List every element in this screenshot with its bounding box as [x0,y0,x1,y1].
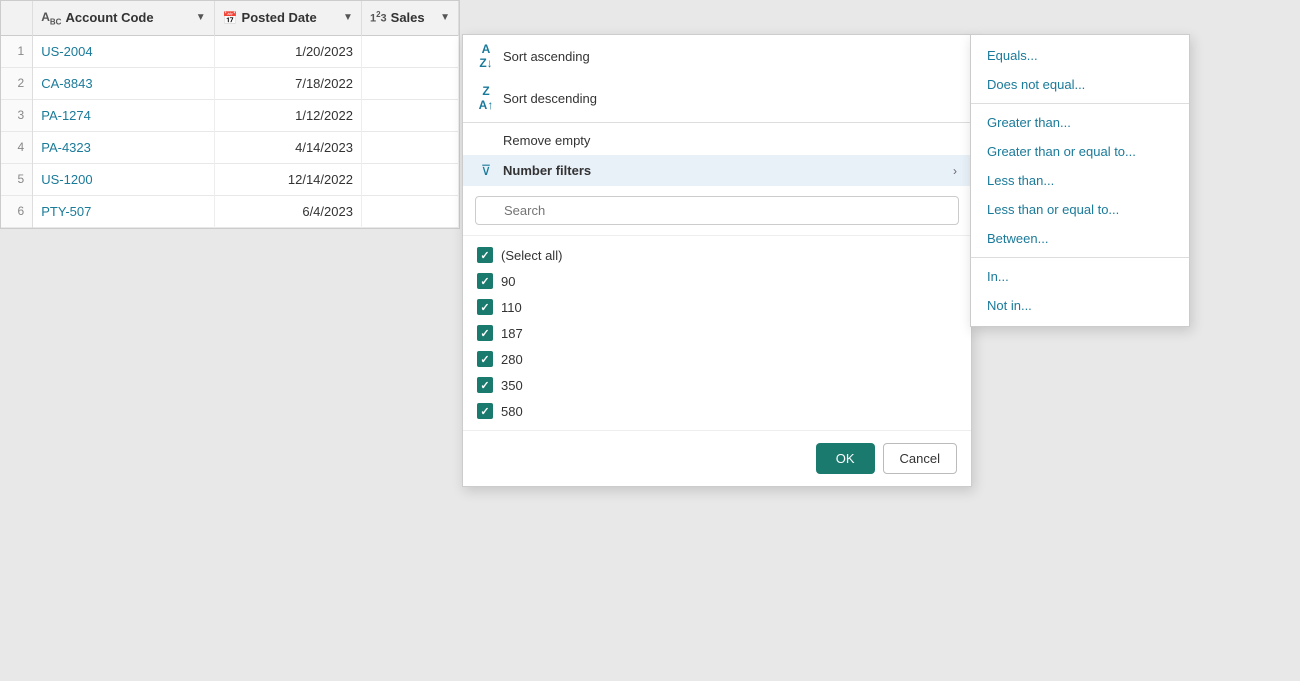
posted-date-dropdown[interactable]: ▼ [343,12,353,23]
checkbox-label: 110 [501,300,522,315]
filter-icon: ⊽ [477,162,495,179]
table-row: 2 CA-8843 7/18/2022 [1,67,459,99]
ok-button[interactable]: OK [816,443,875,474]
account-code-label: Account Code [65,10,153,25]
submenu-separator [971,257,1189,258]
checkbox-item[interactable]: 110 [463,294,971,320]
table-row: 6 PTY-507 6/4/2023 [1,195,459,227]
number-type-icon: 123 [370,10,387,25]
submenu-separator [971,103,1189,104]
number-filters-label: Number filters [503,163,591,178]
posted-date-cell: 6/4/2023 [214,195,361,227]
sales-header[interactable]: 123 Sales ▼ [361,1,458,35]
row-number: 3 [1,99,33,131]
table-row: 1 US-2004 1/20/2023 [1,35,459,67]
checkbox-label: 187 [501,326,523,341]
submenu-item-equals[interactable]: Equals... [971,41,1189,70]
posted-date-cell: 1/12/2022 [214,99,361,131]
account-code-cell: US-2004 [33,35,214,67]
data-table: ABC Account Code ▼ 📅 Posted Date ▼ 123 [0,0,460,229]
filter-dropdown: AZ↓ Sort ascending ZA↑ Sort descending R… [462,34,972,487]
sales-cell [361,99,458,131]
row-number: 5 [1,163,33,195]
checkbox-label: 280 [501,352,523,367]
posted-date-label: Posted Date [242,10,317,25]
checkbox-label: 350 [501,378,523,393]
checkbox-item[interactable]: 580 [463,398,971,424]
posted-date-cell: 12/14/2022 [214,163,361,195]
submenu-item-less_than[interactable]: Less than... [971,166,1189,195]
checkbox-item[interactable]: 187 [463,320,971,346]
checkbox-label: 90 [501,274,515,289]
checkbox-val_187[interactable] [477,325,493,341]
checkbox-label: (Select all) [501,248,562,263]
submenu-item-not_equal[interactable]: Does not equal... [971,70,1189,99]
table-row: 4 PA-4323 4/14/2023 [1,131,459,163]
sort-desc-icon: ZA↑ [477,84,495,112]
table-row: 5 US-1200 12/14/2022 [1,163,459,195]
checkbox-val_350[interactable] [477,377,493,393]
remove-empty-label: Remove empty [503,133,590,148]
posted-date-cell: 7/18/2022 [214,67,361,99]
account-code-header[interactable]: ABC Account Code ▼ [33,1,214,35]
row-number: 1 [1,35,33,67]
checkbox-val_280[interactable] [477,351,493,367]
checkbox-val_90[interactable] [477,273,493,289]
posted-date-cell: 4/14/2023 [214,131,361,163]
checkbox-select_all[interactable] [477,247,493,263]
account-code-cell: PA-1274 [33,99,214,131]
submenu-item-not_in[interactable]: Not in... [971,291,1189,320]
checkbox-item[interactable]: 280 [463,346,971,372]
search-input[interactable] [475,196,959,225]
sales-cell [361,131,458,163]
checkbox-val_110[interactable] [477,299,493,315]
sales-cell [361,163,458,195]
remove-empty-item[interactable]: Remove empty [463,126,971,155]
account-code-dropdown[interactable]: ▼ [196,12,206,23]
text-type-icon: ABC [41,10,61,26]
table-row: 3 PA-1274 1/12/2022 [1,99,459,131]
row-num-header [1,1,33,35]
row-number: 4 [1,131,33,163]
checkbox-label: 580 [501,404,523,419]
search-wrapper: 🔍 [475,196,959,225]
sort-descending-item[interactable]: ZA↑ Sort descending [463,77,971,119]
checkbox-item[interactable]: 350 [463,372,971,398]
checkbox-val_580[interactable] [477,403,493,419]
sales-cell [361,67,458,99]
sales-cell [361,195,458,227]
checkbox-item[interactable]: (Select all) [463,242,971,268]
submenu-arrow-icon: › [953,164,957,178]
account-code-cell: PA-4323 [33,131,214,163]
row-number: 2 [1,67,33,99]
submenu-item-in[interactable]: In... [971,262,1189,291]
sales-cell [361,35,458,67]
sales-dropdown[interactable]: ▼ [440,12,450,23]
calendar-type-icon: 📅 [223,11,238,25]
sales-label: Sales [391,10,425,25]
account-code-cell: PTY-507 [33,195,214,227]
row-number: 6 [1,195,33,227]
number-filters-submenu: Equals...Does not equal... Greater than..… [970,34,1190,327]
submenu-item-greater_than[interactable]: Greater than... [971,108,1189,137]
sort-asc-icon: AZ↓ [477,42,495,70]
account-code-cell: US-1200 [33,163,214,195]
posted-date-header[interactable]: 📅 Posted Date ▼ [214,1,361,35]
sort-ascending-label: Sort ascending [503,49,590,64]
sort-ascending-item[interactable]: AZ↓ Sort ascending [463,35,971,77]
submenu-item-between[interactable]: Between... [971,224,1189,253]
submenu-item-less_equal[interactable]: Less than or equal to... [971,195,1189,224]
filter-search-container: 🔍 [463,186,971,236]
cancel-button[interactable]: Cancel [883,443,957,474]
posted-date-cell: 1/20/2023 [214,35,361,67]
submenu-item-greater_equal[interactable]: Greater than or equal to... [971,137,1189,166]
number-filters-item[interactable]: ⊽ Number filters › [463,155,971,186]
sort-descending-label: Sort descending [503,91,597,106]
account-code-cell: CA-8843 [33,67,214,99]
checkbox-item[interactable]: 90 [463,268,971,294]
filter-footer: OK Cancel [463,430,971,486]
checkbox-list: (Select all) 90 110 187 280 350 580 [463,236,971,430]
